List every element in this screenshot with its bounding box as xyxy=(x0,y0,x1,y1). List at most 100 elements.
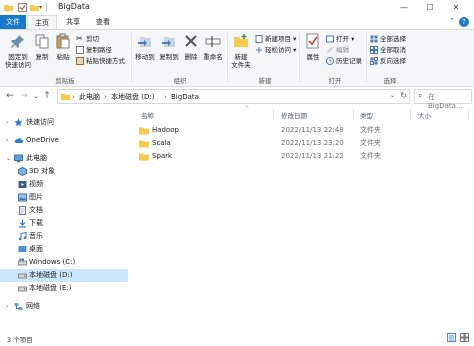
organize-group-label: 组织 xyxy=(173,77,187,85)
cut-button[interactable]: ✂ 剪切 xyxy=(76,34,99,44)
expand-arrow-icon[interactable]: › xyxy=(6,300,8,313)
select-none-icon xyxy=(370,46,378,54)
copy-to-button[interactable]: 复制到 xyxy=(158,33,180,61)
search-box[interactable]: ⌕ 在 BigData... xyxy=(414,89,472,110)
nav-item-desktop[interactable]: 桌面 xyxy=(0,243,128,256)
column-header-name[interactable]: 名称 xyxy=(141,110,154,120)
invert-selection-button[interactable]: 反向选择 xyxy=(370,56,406,66)
properties-check-icon[interactable] xyxy=(18,3,27,12)
history-button[interactable]: 历史记录 xyxy=(326,56,362,66)
collapse-arrow-icon[interactable]: ⌄ xyxy=(6,152,11,165)
paste-button[interactable]: 粘贴 xyxy=(54,33,72,61)
search-icon: ⌕ xyxy=(418,91,423,100)
new-item-button[interactable]: 新建项目 ▾ xyxy=(255,34,296,44)
copy-button[interactable]: 复制 xyxy=(33,33,51,61)
column-header-date[interactable]: 修改日期 xyxy=(281,110,307,120)
tab-file[interactable]: 文件 xyxy=(0,15,26,29)
cloud-icon xyxy=(14,138,23,143)
pin-quick-access-button[interactable]: 固定到 快速访问 xyxy=(3,33,33,69)
rename-icon xyxy=(205,36,221,47)
breadcrumb-drive-d[interactable]: 本地磁盘 (D:) xyxy=(111,92,154,102)
file-date: 2022/11/13 23:20 xyxy=(281,139,344,147)
nav-item-this-pc[interactable]: ⌄ 此电脑 xyxy=(0,152,128,165)
new-folder-label: 新建 文件夹 xyxy=(231,53,251,69)
expand-arrow-icon[interactable]: › xyxy=(6,134,8,147)
window-title: BigData xyxy=(58,2,90,11)
open-button[interactable]: 打开 ▾ xyxy=(326,34,354,44)
nav-label: 本地磁盘 (D:) xyxy=(29,271,73,279)
refresh-icon[interactable]: ↻ xyxy=(400,91,407,100)
drive-icon xyxy=(18,286,27,292)
details-view-icon[interactable] xyxy=(447,333,456,342)
navigation-pane: › 快速访问 › OneDrive ⌄ 此电脑 3D 对象 视频 图片 文档 下… xyxy=(0,108,128,324)
back-button[interactable]: ← xyxy=(5,90,15,102)
nav-item-quick-access[interactable]: › 快速访问 xyxy=(0,116,128,129)
breadcrumb-this-pc[interactable]: 此电脑 xyxy=(79,92,100,102)
computer-icon xyxy=(14,154,23,163)
file-row[interactable]: Spark 2022/11/13 21:22 文件夹 xyxy=(130,150,470,163)
copy-path-button[interactable]: 复制路径 xyxy=(76,45,112,55)
close-button[interactable]: ✕ xyxy=(446,0,466,15)
nav-label: Windows (C:) xyxy=(29,258,76,266)
nav-item-pictures[interactable]: 图片 xyxy=(0,191,128,204)
file-date: 2022/11/13 22:48 xyxy=(281,126,344,134)
address-row: ← → ⌄ ↑ › 此电脑 › 本地磁盘 (D:) › BigData ⌄ ↻ … xyxy=(0,87,474,110)
easy-access-button[interactable]: 轻松访问 ▾ xyxy=(255,45,296,55)
expand-arrow-icon[interactable]: › xyxy=(6,116,8,129)
nav-item-onedrive[interactable]: › OneDrive xyxy=(0,134,128,147)
rename-button[interactable]: 重命名 xyxy=(202,33,224,61)
file-type: 文件夹 xyxy=(360,152,381,160)
nav-item-music[interactable]: 音乐 xyxy=(0,230,128,243)
nav-item-drive-d[interactable]: 本地磁盘 (D:) xyxy=(0,269,128,282)
column-header-size[interactable]: 大小 xyxy=(418,110,431,120)
column-divider[interactable] xyxy=(353,109,354,119)
column-divider[interactable] xyxy=(410,109,411,119)
delete-button[interactable]: 删除 xyxy=(183,33,199,61)
folder-icon xyxy=(139,140,149,148)
column-divider[interactable] xyxy=(468,109,469,119)
tab-share[interactable]: 共享 xyxy=(58,15,88,29)
nav-item-3d-objects[interactable]: 3D 对象 xyxy=(0,165,128,178)
column-header-type[interactable]: 类型 xyxy=(360,110,373,120)
select-none-button[interactable]: 全部取消 xyxy=(370,45,406,55)
new-folder-icon xyxy=(234,34,248,47)
breadcrumb-bigdata[interactable]: BigData xyxy=(171,92,199,102)
nav-item-videos[interactable]: 视频 xyxy=(0,178,128,191)
properties-button[interactable]: 属性 xyxy=(302,33,324,61)
nav-item-network[interactable]: › 网络 xyxy=(0,300,128,313)
large-icons-view-icon[interactable] xyxy=(460,333,469,342)
move-to-button[interactable]: 移动到 xyxy=(134,33,156,61)
select-all-button[interactable]: 全部选择 xyxy=(370,34,406,44)
sort-ascending-icon: ^ xyxy=(245,106,250,112)
copy-to-label: 复制到 xyxy=(159,53,179,61)
delete-label: 删除 xyxy=(184,53,198,61)
new-folder-quick-icon[interactable] xyxy=(30,3,39,12)
column-divider[interactable] xyxy=(273,109,274,119)
pin-label: 固定到 快速访问 xyxy=(5,53,31,69)
nav-item-windows-c[interactable]: Windows (C:) xyxy=(0,256,128,269)
nav-item-downloads[interactable]: 下载 xyxy=(0,217,128,230)
paste-shortcut-button[interactable]: 粘贴快捷方式 xyxy=(76,56,125,66)
file-row[interactable]: Hadoop 2022/11/13 22:48 文件夹 xyxy=(130,124,470,137)
chevron-up-icon[interactable]: ⌃ xyxy=(449,17,455,25)
pin-icon xyxy=(11,35,24,48)
nav-item-drive-e[interactable]: 本地磁盘 (E:) xyxy=(0,282,128,295)
up-button[interactable]: ↑ xyxy=(42,90,52,102)
address-dropdown-icon[interactable]: ⌄ xyxy=(390,92,395,99)
nav-label: OneDrive xyxy=(26,136,59,144)
maximize-button[interactable]: ☐ xyxy=(420,0,440,15)
copy-path-label: 复制路径 xyxy=(86,46,112,54)
file-row[interactable]: Scala 2022/11/13 23:20 文件夹 xyxy=(130,137,470,150)
tab-home[interactable]: 主页 xyxy=(27,15,57,29)
edit-button[interactable]: 编辑 xyxy=(326,45,349,55)
file-type: 文件夹 xyxy=(360,139,381,147)
forward-button[interactable]: → xyxy=(19,90,29,102)
minimize-button[interactable]: — xyxy=(394,0,414,15)
recent-locations-button[interactable]: ⌄ xyxy=(31,90,41,102)
help-icon[interactable]: ? xyxy=(459,17,469,27)
new-folder-button[interactable]: 新建 文件夹 xyxy=(229,33,253,69)
tab-view[interactable]: 查看 xyxy=(89,15,117,29)
nav-item-documents[interactable]: 文档 xyxy=(0,204,128,217)
rename-label: 重命名 xyxy=(203,53,223,61)
address-bar[interactable]: › 此电脑 › 本地磁盘 (D:) › BigData ⌄ ↻ xyxy=(57,89,410,104)
